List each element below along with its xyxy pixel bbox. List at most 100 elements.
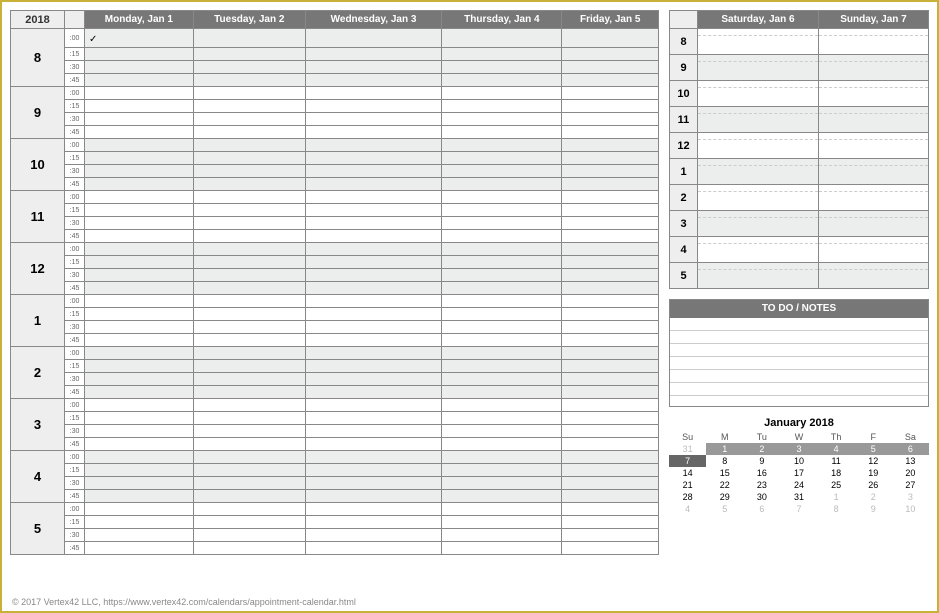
appointment-slot[interactable]: [305, 360, 441, 373]
appointment-slot[interactable]: [193, 386, 305, 399]
appointment-slot[interactable]: [562, 217, 659, 230]
weekend-slot[interactable]: [698, 133, 819, 159]
appointment-slot[interactable]: [562, 113, 659, 126]
appointment-slot[interactable]: [442, 178, 562, 191]
appointment-slot[interactable]: [442, 113, 562, 126]
appointment-slot[interactable]: [193, 373, 305, 386]
appointment-slot[interactable]: [562, 542, 659, 555]
appointment-slot[interactable]: [193, 191, 305, 204]
appointment-slot[interactable]: [562, 295, 659, 308]
appointment-slot[interactable]: [193, 399, 305, 412]
mini-cal-day[interactable]: 15: [706, 467, 743, 479]
appointment-slot[interactable]: [85, 373, 194, 386]
weekend-slot[interactable]: [818, 211, 928, 237]
appointment-slot[interactable]: [562, 308, 659, 321]
appointment-slot[interactable]: [305, 425, 441, 438]
appointment-slot[interactable]: [193, 178, 305, 191]
appointment-slot[interactable]: [85, 295, 194, 308]
appointment-slot[interactable]: [193, 165, 305, 178]
appointment-slot[interactable]: [193, 412, 305, 425]
appointment-slot[interactable]: [442, 542, 562, 555]
appointment-slot[interactable]: [562, 321, 659, 334]
appointment-slot[interactable]: [305, 152, 441, 165]
appointment-slot[interactable]: [305, 204, 441, 217]
appointment-slot[interactable]: [442, 438, 562, 451]
appointment-slot[interactable]: [562, 399, 659, 412]
weekend-slot[interactable]: [818, 81, 928, 107]
weekend-slot[interactable]: [698, 29, 819, 55]
appointment-slot[interactable]: [305, 321, 441, 334]
appointment-slot[interactable]: [305, 516, 441, 529]
appointment-slot[interactable]: [562, 230, 659, 243]
appointment-slot[interactable]: [305, 308, 441, 321]
appointment-slot[interactable]: [442, 165, 562, 178]
appointment-slot[interactable]: [305, 438, 441, 451]
appointment-slot[interactable]: [442, 529, 562, 542]
appointment-slot[interactable]: [193, 256, 305, 269]
appointment-slot[interactable]: [442, 61, 562, 74]
appointment-slot[interactable]: [85, 516, 194, 529]
appointment-slot[interactable]: [193, 243, 305, 256]
appointment-slot[interactable]: [562, 425, 659, 438]
weekend-slot[interactable]: [818, 133, 928, 159]
appointment-slot[interactable]: [85, 334, 194, 347]
appointment-slot[interactable]: [562, 269, 659, 282]
mini-cal-day[interactable]: 31: [780, 491, 817, 503]
mini-cal-day[interactable]: 3: [892, 491, 929, 503]
appointment-slot[interactable]: [85, 282, 194, 295]
appointment-slot[interactable]: [562, 191, 659, 204]
appointment-slot[interactable]: [562, 165, 659, 178]
appointment-slot[interactable]: [442, 48, 562, 61]
appointment-slot[interactable]: [305, 373, 441, 386]
appointment-slot[interactable]: [442, 29, 562, 48]
appointment-slot[interactable]: [85, 360, 194, 373]
appointment-slot[interactable]: [562, 74, 659, 87]
appointment-slot[interactable]: [562, 29, 659, 48]
appointment-slot[interactable]: [562, 87, 659, 100]
appointment-slot[interactable]: [85, 61, 194, 74]
appointment-slot[interactable]: [193, 503, 305, 516]
appointment-slot[interactable]: [442, 87, 562, 100]
mini-cal-day[interactable]: 31: [669, 443, 706, 455]
appointment-slot[interactable]: [562, 204, 659, 217]
todo-body[interactable]: [670, 318, 928, 406]
mini-cal-day[interactable]: 26: [855, 479, 892, 491]
appointment-slot[interactable]: [442, 451, 562, 464]
appointment-slot[interactable]: [305, 451, 441, 464]
appointment-slot[interactable]: [442, 412, 562, 425]
mini-cal-day[interactable]: 25: [818, 479, 855, 491]
appointment-slot[interactable]: [85, 321, 194, 334]
mini-cal-day[interactable]: 24: [780, 479, 817, 491]
mini-cal-day[interactable]: 22: [706, 479, 743, 491]
mini-cal-day[interactable]: 5: [855, 443, 892, 455]
appointment-slot[interactable]: [442, 217, 562, 230]
appointment-slot[interactable]: [85, 178, 194, 191]
appointment-slot[interactable]: [562, 126, 659, 139]
appointment-slot[interactable]: [305, 477, 441, 490]
appointment-slot[interactable]: [85, 542, 194, 555]
appointment-slot[interactable]: [85, 256, 194, 269]
appointment-slot[interactable]: [562, 464, 659, 477]
appointment-slot[interactable]: [442, 256, 562, 269]
weekend-slot[interactable]: [698, 237, 819, 263]
appointment-slot[interactable]: [193, 516, 305, 529]
appointment-slot[interactable]: [442, 204, 562, 217]
appointment-slot[interactable]: [305, 165, 441, 178]
appointment-slot[interactable]: [305, 74, 441, 87]
appointment-slot[interactable]: [442, 269, 562, 282]
appointment-slot[interactable]: [442, 373, 562, 386]
mini-cal-day[interactable]: 2: [743, 443, 780, 455]
appointment-slot[interactable]: [562, 100, 659, 113]
appointment-slot[interactable]: [562, 477, 659, 490]
appointment-slot[interactable]: [85, 217, 194, 230]
appointment-slot[interactable]: [305, 113, 441, 126]
mini-cal-day[interactable]: 4: [669, 503, 706, 515]
appointment-slot[interactable]: [305, 347, 441, 360]
appointment-slot[interactable]: [193, 321, 305, 334]
appointment-slot[interactable]: [85, 451, 194, 464]
appointment-slot[interactable]: [85, 243, 194, 256]
appointment-slot[interactable]: [193, 29, 305, 48]
appointment-slot[interactable]: [85, 438, 194, 451]
weekend-slot[interactable]: [698, 211, 819, 237]
appointment-slot[interactable]: [562, 139, 659, 152]
